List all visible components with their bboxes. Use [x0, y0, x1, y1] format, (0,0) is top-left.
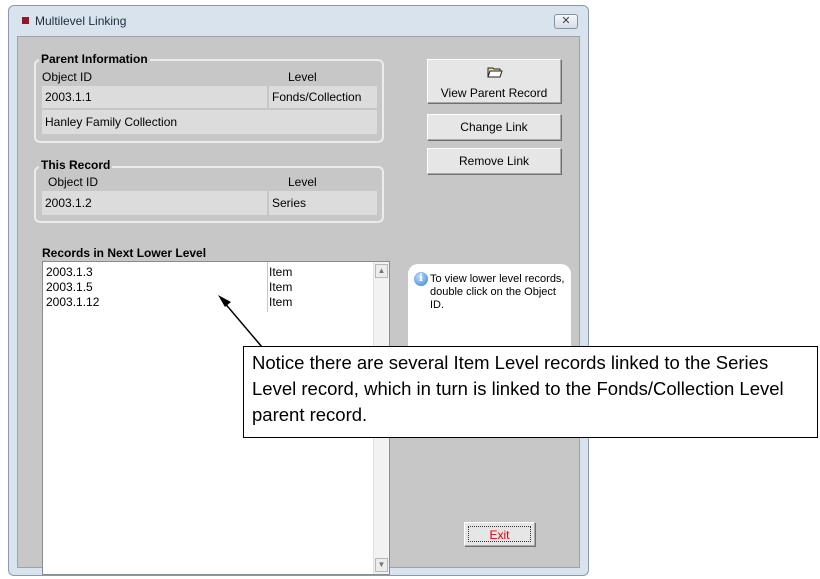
record-object-id[interactable]: 2003.1.12 — [46, 295, 99, 309]
title-bar: Multilevel Linking ✕ — [9, 6, 588, 36]
info-text: To view lower level records, double clic… — [430, 273, 565, 311]
column-divider — [267, 262, 268, 312]
close-icon: ✕ — [561, 15, 571, 27]
parent-name-field: Hanley Family Collection — [42, 110, 377, 134]
parent-level-field: Fonds/Collection — [269, 86, 377, 108]
view-parent-record-label: View Parent Record — [440, 86, 548, 100]
this-level-field: Series — [269, 191, 377, 215]
scroll-up-icon[interactable]: ▲ — [375, 264, 388, 278]
app-icon — [22, 17, 29, 24]
exit-label: Exit — [468, 526, 531, 542]
callout-note: Notice there are several Item Level reco… — [243, 346, 818, 438]
remove-link-button[interactable]: Remove Link — [427, 148, 561, 174]
record-level: Item — [269, 265, 293, 279]
window-title: Multilevel Linking — [35, 14, 127, 28]
record-level: Item — [269, 280, 293, 294]
parent-object-id-label: Object ID — [42, 70, 93, 84]
info-icon: i — [414, 272, 428, 286]
parent-level-label: Level — [288, 70, 317, 84]
record-object-id[interactable]: 2003.1.3 — [46, 265, 93, 279]
folder-open-icon — [487, 66, 503, 78]
record-level: Item — [269, 295, 293, 309]
this-object-id-field: 2003.1.2 — [42, 191, 267, 215]
change-link-button[interactable]: Change Link — [427, 114, 561, 140]
this-object-id-label: Object ID — [48, 175, 99, 189]
exit-button[interactable]: Exit — [464, 522, 535, 546]
multilevel-linking-window: Multilevel Linking ✕ Parent Information … — [8, 5, 589, 576]
this-record-heading: This Record — [39, 158, 113, 172]
record-object-id[interactable]: 2003.1.5 — [46, 280, 93, 294]
scroll-down-icon[interactable]: ▼ — [375, 558, 388, 572]
dialog-body: Parent Information Object ID Level 2003.… — [17, 36, 580, 575]
list-item[interactable]: 2003.1.5 Item — [43, 280, 368, 294]
view-parent-record-button[interactable]: View Parent Record — [427, 59, 561, 103]
list-item[interactable]: 2003.1.3 Item — [43, 265, 368, 279]
parent-info-heading: Parent Information — [39, 52, 150, 66]
parent-object-id-field: 2003.1.1 — [42, 86, 267, 108]
this-level-label: Level — [288, 175, 317, 189]
close-button[interactable]: ✕ — [554, 14, 578, 29]
list-item[interactable]: 2003.1.12 Item — [43, 295, 368, 309]
lower-level-heading: Records in Next Lower Level — [42, 246, 207, 260]
